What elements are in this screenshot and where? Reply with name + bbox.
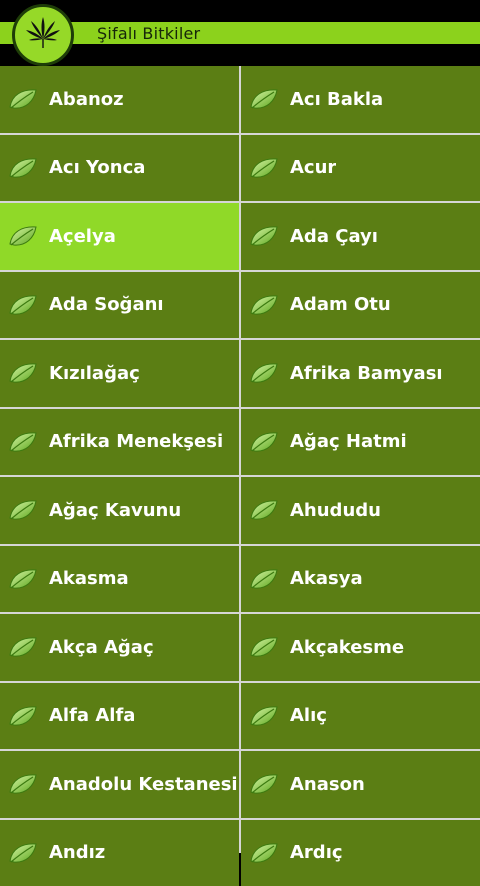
leaf-icon: [8, 635, 38, 659]
leaf-icon: [249, 567, 279, 591]
plant-name: Ahududu: [290, 500, 381, 521]
plant-name: Anadolu Kestanesi: [49, 774, 238, 795]
leaf-icon: [8, 293, 38, 317]
plant-name: Ada Çayı: [290, 226, 378, 247]
leaf-icon: [249, 430, 279, 454]
plant-name: Ağaç Kavunu: [49, 500, 181, 521]
leaf-icon: [249, 293, 279, 317]
plant-name: Ada Soğanı: [49, 294, 164, 315]
plant-list-item[interactable]: Açelya: [0, 203, 239, 270]
plant-list-item[interactable]: Ağaç Kavunu: [0, 477, 239, 544]
plant-grid: Abanoz Acı Bakla Acı Yonca Acur Açelya Ada Ça…: [0, 66, 480, 853]
plant-name: Açelya: [49, 226, 116, 247]
plant-list-item[interactable]: Kızılağaç: [0, 340, 239, 407]
leaf-icon: [8, 430, 38, 454]
plant-name: Anason: [290, 774, 365, 795]
leaf-icon: [8, 224, 38, 248]
app-title: Şifalı Bitkiler: [97, 23, 200, 45]
plant-list-item[interactable]: Ahududu: [241, 477, 480, 544]
plant-list-item[interactable]: Akasya: [241, 546, 480, 613]
plant-list-item[interactable]: Acı Bakla: [241, 66, 480, 133]
plant-name: Akçakesme: [290, 637, 404, 658]
leaf-icon: [249, 156, 279, 180]
plant-name: Kızılağaç: [49, 363, 140, 384]
plant-name: Abanoz: [49, 89, 124, 110]
leaf-icon: [249, 361, 279, 385]
leaf-icon: [249, 704, 279, 728]
leaf-icon: [8, 87, 38, 111]
plant-list-item[interactable]: Abanoz: [0, 66, 239, 133]
plant-name: Acı Yonca: [49, 157, 145, 178]
plant-list-item[interactable]: Afrika Bamyası: [241, 340, 480, 407]
plant-name: Akasma: [49, 568, 129, 589]
plant-list-item[interactable]: Akça Ağaç: [0, 614, 239, 681]
plant-name: Akça Ağaç: [49, 637, 154, 658]
leaf-icon: [249, 635, 279, 659]
plant-list-item[interactable]: Alfa Alfa: [0, 683, 239, 750]
plant-list-item[interactable]: Ada Soğanı: [0, 272, 239, 339]
plant-name: Afrika Menekşesi: [49, 431, 223, 452]
leaf-icon: [8, 361, 38, 385]
plant-list-item[interactable]: Anason: [241, 751, 480, 818]
plant-name: Alfa Alfa: [49, 705, 135, 726]
leaf-icon: [249, 224, 279, 248]
plant-name: Acı Bakla: [290, 89, 383, 110]
leaf-icon: [249, 87, 279, 111]
leaf-icon: [249, 498, 279, 522]
plant-list-item[interactable]: Acı Yonca: [0, 135, 239, 202]
leaf-icon: [8, 772, 38, 796]
plant-list-item[interactable]: Ağaç Hatmi: [241, 409, 480, 476]
leaf-icon: [8, 567, 38, 591]
plant-list-item[interactable]: Acur: [241, 135, 480, 202]
plant-list-item[interactable]: Akçakesme: [241, 614, 480, 681]
plant-name: Ağaç Hatmi: [290, 431, 407, 452]
plant-name: Adam Otu: [290, 294, 391, 315]
plant-name: Acur: [290, 157, 336, 178]
leaf-icon: [249, 772, 279, 796]
leaf-icon: [8, 156, 38, 180]
leaf-icon: [8, 498, 38, 522]
plant-list-item[interactable]: Alıç: [241, 683, 480, 750]
plant-name: Afrika Bamyası: [290, 363, 443, 384]
plant-list-item[interactable]: Ada Çayı: [241, 203, 480, 270]
plant-name: Alıç: [290, 705, 327, 726]
app-header: Şifalı Bitkiler: [0, 0, 480, 66]
plant-list-item[interactable]: Akasma: [0, 546, 239, 613]
plant-list-item[interactable]: Adam Otu: [241, 272, 480, 339]
cannabis-leaf-icon[interactable]: [12, 4, 74, 66]
plant-list-item[interactable]: Afrika Menekşesi: [0, 409, 239, 476]
plant-list-item[interactable]: Anadolu Kestanesi: [0, 751, 239, 818]
plant-name: Akasya: [290, 568, 363, 589]
leaf-icon: [8, 704, 38, 728]
